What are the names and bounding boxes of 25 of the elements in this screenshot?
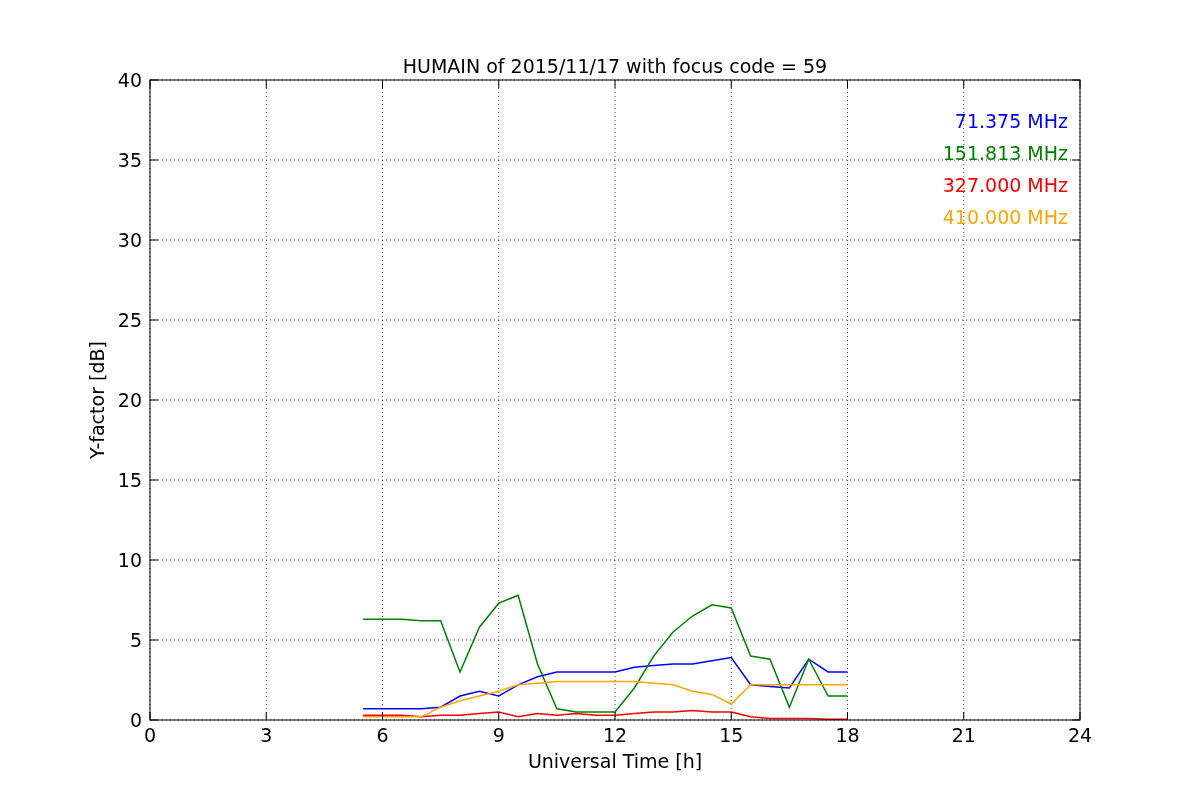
tick-label: 40 <box>117 69 142 91</box>
tick-label: 18 <box>835 724 860 746</box>
tick-label: 15 <box>117 469 142 491</box>
tick-label: 35 <box>117 149 142 171</box>
tick-label: 12 <box>602 724 628 746</box>
tick-label: 10 <box>117 549 142 571</box>
legend-label: 327.000 MHz <box>942 174 1068 196</box>
chart-title: HUMAIN of 2015/11/17 with focus code = 59 <box>402 55 828 77</box>
tick-label: 24 <box>1067 724 1093 746</box>
legend-label: 71.375 MHz <box>954 110 1068 132</box>
tick-label: 15 <box>719 724 744 746</box>
tick-label: 3 <box>260 724 273 746</box>
tick-label: 6 <box>376 724 389 746</box>
tick-label: 5 <box>129 629 142 651</box>
tick-label: 0 <box>143 724 157 746</box>
tick-label: 9 <box>492 724 505 746</box>
legend-label: 410.000 MHz <box>942 206 1068 228</box>
tick-label: 0 <box>129 709 142 731</box>
axis-title: Y-factor [dB] <box>86 341 108 459</box>
tick-label: 30 <box>117 229 142 251</box>
tick-label: 20 <box>117 389 142 411</box>
axis-title: Universal Time [h] <box>527 750 703 772</box>
tick-label: 21 <box>951 724 976 746</box>
tick-label: 25 <box>117 309 142 331</box>
legend-label: 151.813 MHz <box>942 142 1068 164</box>
